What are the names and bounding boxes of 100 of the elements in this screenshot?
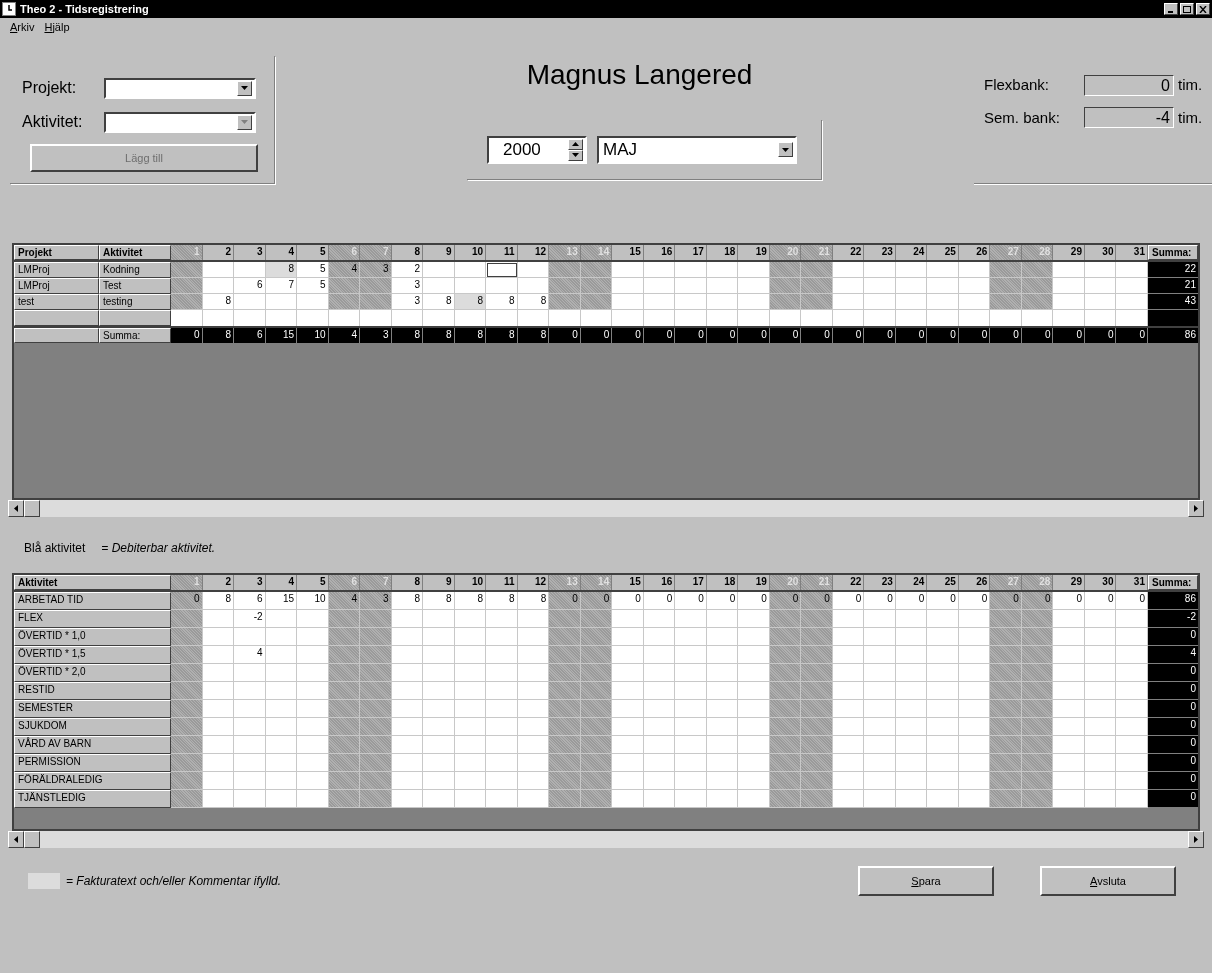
day-cell[interactable]: 0 (1084, 592, 1117, 610)
footer-button[interactable]: Spara (858, 866, 994, 896)
day-header: 28 (1021, 575, 1054, 590)
day-cell[interactable]: 0 (1116, 592, 1148, 610)
day-cell[interactable]: 8 (265, 262, 298, 278)
activity-dropdown[interactable] (104, 111, 256, 133)
day-total: 0 (1084, 328, 1117, 343)
menu-item[interactable]: Hjälp (44, 18, 70, 36)
day-cell[interactable]: 0 (832, 592, 865, 610)
day-cell[interactable]: 3 (360, 262, 392, 278)
minimize-icon[interactable] (1164, 3, 1178, 15)
day-cell[interactable]: 8 (486, 592, 518, 610)
day-cell[interactable]: 3 (360, 592, 392, 610)
day-total: 8 (454, 328, 487, 343)
day-total: 0 (643, 328, 676, 343)
day-cell[interactable]: 10 (297, 592, 329, 610)
day-total: 8 (391, 328, 424, 343)
activity-cell: testing (99, 294, 171, 310)
month-dropdown[interactable]: MAJ (597, 135, 797, 164)
day-cell[interactable]: 0 (738, 592, 770, 610)
day-cell[interactable]: 0 (675, 592, 707, 610)
day-cell[interactable]: 4 (234, 646, 266, 664)
menu-item[interactable]: Arkiv (10, 18, 35, 36)
day-header: 3 (234, 245, 266, 260)
row-sum: 0 (1148, 754, 1198, 772)
day-cell[interactable]: 8 (202, 294, 235, 310)
scroll-thumb[interactable] (24, 831, 40, 848)
activity-name: TJÄNSTLEDIG (14, 790, 171, 808)
scroll-right-icon[interactable] (1188, 500, 1204, 517)
day-cell[interactable]: 8 (454, 294, 487, 310)
day-header: 4 (265, 575, 298, 590)
day-cell[interactable]: 3 (391, 278, 424, 294)
day-cell[interactable]: 0 (927, 592, 959, 610)
day-cell[interactable]: 0 (612, 592, 644, 610)
day-cell[interactable]: 5 (297, 262, 329, 278)
day-total: 0 (1021, 328, 1054, 343)
year-spinner[interactable]: 2000 (487, 135, 587, 164)
activity-name: SJUKDOM (14, 718, 171, 736)
day-cell[interactable]: 15 (265, 592, 298, 610)
day-cell[interactable]: 4 (328, 262, 361, 278)
day-cell[interactable]: 0 (643, 592, 676, 610)
day-cell[interactable]: 8 (517, 592, 550, 610)
day-cell[interactable]: 0 (1021, 592, 1054, 610)
horizontal-scrollbar[interactable] (8, 500, 1204, 517)
day-cell[interactable]: 6 (234, 278, 266, 294)
scroll-thumb[interactable] (24, 500, 40, 517)
day-cell[interactable]: 0 (549, 592, 581, 610)
day-total: 3 (360, 328, 392, 343)
day-cell[interactable]: 5 (297, 278, 329, 294)
day-header: 17 (675, 245, 707, 260)
activity-label: Aktivitet: (22, 112, 84, 132)
project-dropdown[interactable] (104, 77, 256, 99)
day-header: 5 (297, 575, 329, 590)
day-cell[interactable]: 0 (580, 592, 613, 610)
day-cell[interactable]: 8 (454, 592, 487, 610)
day-cell[interactable]: 8 (202, 592, 235, 610)
footer-button[interactable]: Avsluta (1040, 866, 1176, 896)
day-cell[interactable]: 0 (769, 592, 802, 610)
day-cell[interactable]: 0 (895, 592, 928, 610)
project-cell: LMProj (14, 278, 99, 294)
spin-up-icon[interactable] (568, 138, 583, 150)
scroll-left-icon[interactable] (8, 500, 24, 517)
row-sum (1148, 310, 1198, 326)
day-total: 0 (801, 328, 833, 343)
day-cell[interactable]: -2 (234, 610, 266, 628)
day-header: 18 (706, 245, 739, 260)
day-cell[interactable]: 8 (517, 294, 550, 310)
scroll-left-icon[interactable] (8, 831, 24, 848)
day-cell[interactable]: 0 (958, 592, 991, 610)
day-cell[interactable]: 4 (328, 592, 361, 610)
day-cell[interactable]: 0 (171, 592, 203, 610)
activity-name: VÅRD AV BARN (14, 736, 171, 754)
day-header: 2 (202, 245, 235, 260)
day-cell[interactable]: 7 (265, 278, 298, 294)
day-header: 31 (1116, 575, 1148, 590)
close-icon[interactable] (1196, 3, 1210, 15)
day-cell[interactable]: 8 (423, 592, 455, 610)
day-cell[interactable]: 2 (391, 262, 424, 278)
day-cell[interactable]: 6 (234, 592, 266, 610)
day-cell[interactable]: 0 (801, 592, 833, 610)
day-cell[interactable]: 0 (864, 592, 896, 610)
spin-down-icon[interactable] (568, 149, 583, 161)
day-header: 5 (297, 245, 329, 260)
day-cell[interactable]: 3 (391, 294, 424, 310)
day-cell[interactable]: 8 (486, 294, 518, 310)
day-total: 0 (895, 328, 928, 343)
day-cell[interactable]: 0 (990, 592, 1022, 610)
maximize-icon[interactable] (1180, 3, 1194, 15)
day-cell[interactable]: 8 (423, 294, 455, 310)
day-cell[interactable]: 0 (1053, 592, 1085, 610)
row-sum: 4 (1148, 646, 1198, 664)
day-total: 0 (549, 328, 581, 343)
scroll-right-icon[interactable] (1188, 831, 1204, 848)
day-cell[interactable]: 8 (391, 592, 424, 610)
row-sum: 22 (1148, 262, 1198, 278)
activity-cell: Test (99, 278, 171, 294)
day-total: 0 (706, 328, 739, 343)
activity-name: RESTID (14, 682, 171, 700)
horizontal-scrollbar[interactable] (8, 831, 1204, 848)
day-cell[interactable]: 0 (706, 592, 739, 610)
